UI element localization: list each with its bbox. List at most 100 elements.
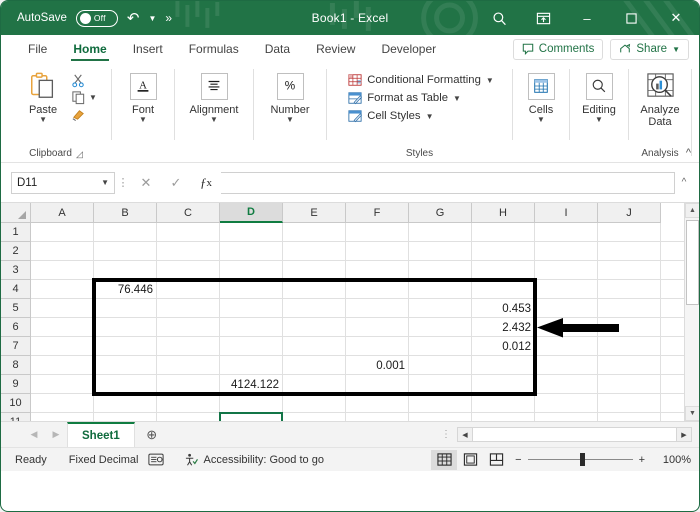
- alignment-button[interactable]: Alignment ▼: [178, 70, 250, 124]
- font-button[interactable]: A Font ▼: [115, 70, 171, 124]
- tab-insert[interactable]: Insert: [120, 36, 176, 62]
- copy-dropdown-caret-icon[interactable]: ▼: [89, 93, 97, 102]
- next-sheet-arrow-icon[interactable]: ▶: [45, 429, 67, 440]
- vertical-scroll-thumb[interactable]: [686, 220, 699, 305]
- chevron-down-icon[interactable]: ▼: [453, 94, 461, 103]
- scroll-left-arrow-icon[interactable]: ◀: [458, 428, 472, 441]
- cell-styles-button[interactable]: Cell Styles ▼: [348, 109, 494, 123]
- cancel-x-icon[interactable]: ✕: [131, 171, 161, 195]
- cells-table-icon: [528, 73, 555, 100]
- paste-dropdown-caret-icon[interactable]: ▼: [39, 116, 47, 124]
- tab-review[interactable]: Review: [303, 36, 368, 62]
- column-header-d[interactable]: D: [220, 203, 283, 223]
- zoom-slider[interactable]: [528, 459, 633, 461]
- zoom-in-button[interactable]: +: [639, 454, 645, 466]
- column-header-j[interactable]: J: [598, 203, 661, 223]
- column-header-a[interactable]: A: [31, 203, 94, 223]
- name-box-dropdown-caret-icon[interactable]: ▼: [101, 178, 109, 187]
- select-all-corner[interactable]: [1, 203, 31, 223]
- scroll-down-arrow-icon[interactable]: ▼: [685, 406, 699, 421]
- grid-cells[interactable]: 76.4460.4532.4320.0120.0014124.122: [31, 223, 699, 421]
- row-header-8[interactable]: 8: [1, 356, 31, 375]
- title-bar: AutoSave Off ↶ ▼ » Book1 - Excel: [1, 1, 699, 35]
- row-header-3[interactable]: 3: [1, 261, 31, 280]
- tab-file[interactable]: File: [15, 36, 60, 62]
- column-header-e[interactable]: E: [283, 203, 346, 223]
- number-dropdown-caret-icon[interactable]: ▼: [286, 116, 294, 124]
- status-fixed-decimal: Fixed Decimal: [57, 454, 149, 466]
- column-header-h[interactable]: H: [472, 203, 535, 223]
- column-header-f[interactable]: F: [346, 203, 409, 223]
- scroll-right-arrow-icon[interactable]: ▶: [677, 428, 691, 441]
- editing-dropdown-caret-icon[interactable]: ▼: [595, 116, 603, 124]
- page-break-view-icon[interactable]: [483, 450, 509, 470]
- format-as-table-button[interactable]: Format as Table ▼: [348, 91, 494, 105]
- row-header-4[interactable]: 4: [1, 280, 31, 299]
- tab-data[interactable]: Data: [252, 36, 303, 62]
- share-button[interactable]: Share ▼: [610, 39, 689, 60]
- active-cell-selection[interactable]: [219, 412, 283, 421]
- font-dropdown-caret-icon[interactable]: ▼: [139, 116, 147, 124]
- collapse-ribbon-icon[interactable]: ^: [686, 147, 691, 159]
- formula-input[interactable]: [221, 172, 675, 194]
- enter-check-icon[interactable]: ✓: [161, 171, 191, 195]
- comments-button[interactable]: Comments: [513, 39, 604, 60]
- row-header-2[interactable]: 2: [1, 242, 31, 261]
- tab-developer[interactable]: Developer: [368, 36, 449, 62]
- insert-function-fx-icon[interactable]: ƒx: [191, 171, 221, 195]
- sheet-tab-sheet1[interactable]: Sheet1: [67, 422, 135, 447]
- font-group-label: [142, 146, 145, 162]
- conditional-formatting-icon: [348, 73, 362, 87]
- row-header-11[interactable]: 11: [1, 413, 31, 421]
- zoom-slider-knob[interactable]: [580, 453, 585, 466]
- analyze-data-button[interactable]: Analyze Data: [631, 70, 689, 128]
- close-button[interactable]: ✕: [653, 1, 699, 35]
- row-header-9[interactable]: 9: [1, 375, 31, 394]
- format-painter-button[interactable]: [71, 106, 97, 122]
- accessibility-status[interactable]: Accessibility: Good to go: [174, 453, 333, 467]
- horizontal-scrollbar[interactable]: ◀ ▶: [457, 427, 692, 442]
- column-header-g[interactable]: G: [409, 203, 472, 223]
- comment-bubble-icon: [522, 43, 534, 55]
- minimize-button[interactable]: –: [565, 1, 609, 35]
- maximize-button[interactable]: [609, 1, 653, 35]
- normal-view-icon[interactable]: [431, 450, 457, 470]
- vertical-scrollbar[interactable]: ▲ ▼: [684, 203, 699, 421]
- search-icon[interactable]: [477, 1, 521, 35]
- chevron-down-icon[interactable]: ▼: [486, 76, 494, 85]
- record-macro-icon[interactable]: [148, 453, 174, 466]
- page-layout-view-icon[interactable]: [457, 450, 483, 470]
- row-header-1[interactable]: 1: [1, 223, 31, 242]
- cut-button[interactable]: [71, 72, 97, 88]
- row-header-10[interactable]: 10: [1, 394, 31, 413]
- row-header-6[interactable]: 6: [1, 318, 31, 337]
- zoom-out-button[interactable]: −: [515, 454, 521, 466]
- cells-dropdown-caret-icon[interactable]: ▼: [537, 116, 545, 124]
- row-header-7[interactable]: 7: [1, 337, 31, 356]
- name-box[interactable]: D11 ▼: [11, 172, 115, 194]
- horizontal-scroll-thumb[interactable]: [472, 428, 677, 441]
- copy-button[interactable]: ▼: [71, 89, 97, 105]
- row-header-5[interactable]: 5: [1, 299, 31, 318]
- ribbon-display-options-icon[interactable]: [521, 1, 565, 35]
- zoom-control[interactable]: − + 100%: [515, 454, 691, 466]
- add-sheet-plus-icon[interactable]: ⊕: [135, 427, 169, 443]
- conditional-formatting-button[interactable]: Conditional Formatting ▼: [348, 73, 494, 87]
- share-dropdown-caret-icon[interactable]: ▼: [672, 45, 680, 54]
- editing-button[interactable]: Editing ▼: [573, 70, 625, 124]
- paste-button[interactable]: Paste ▼: [15, 70, 71, 124]
- prev-sheet-arrow-icon[interactable]: ◀: [23, 429, 45, 440]
- cells-button[interactable]: Cells ▼: [516, 70, 566, 124]
- column-header-b[interactable]: B: [94, 203, 157, 223]
- tab-formulas[interactable]: Formulas: [176, 36, 252, 62]
- expand-formula-bar-icon[interactable]: ^: [675, 177, 693, 188]
- alignment-glyph: [205, 77, 223, 95]
- chevron-down-icon[interactable]: ▼: [426, 112, 434, 121]
- alignment-dropdown-caret-icon[interactable]: ▼: [210, 116, 218, 124]
- scroll-up-arrow-icon[interactable]: ▲: [685, 203, 699, 218]
- dialog-launcher-icon[interactable]: ◿: [76, 146, 83, 162]
- tab-home[interactable]: Home: [60, 36, 119, 62]
- column-header-c[interactable]: C: [157, 203, 220, 223]
- column-header-i[interactable]: I: [535, 203, 598, 223]
- number-button[interactable]: % Number ▼: [257, 70, 323, 124]
